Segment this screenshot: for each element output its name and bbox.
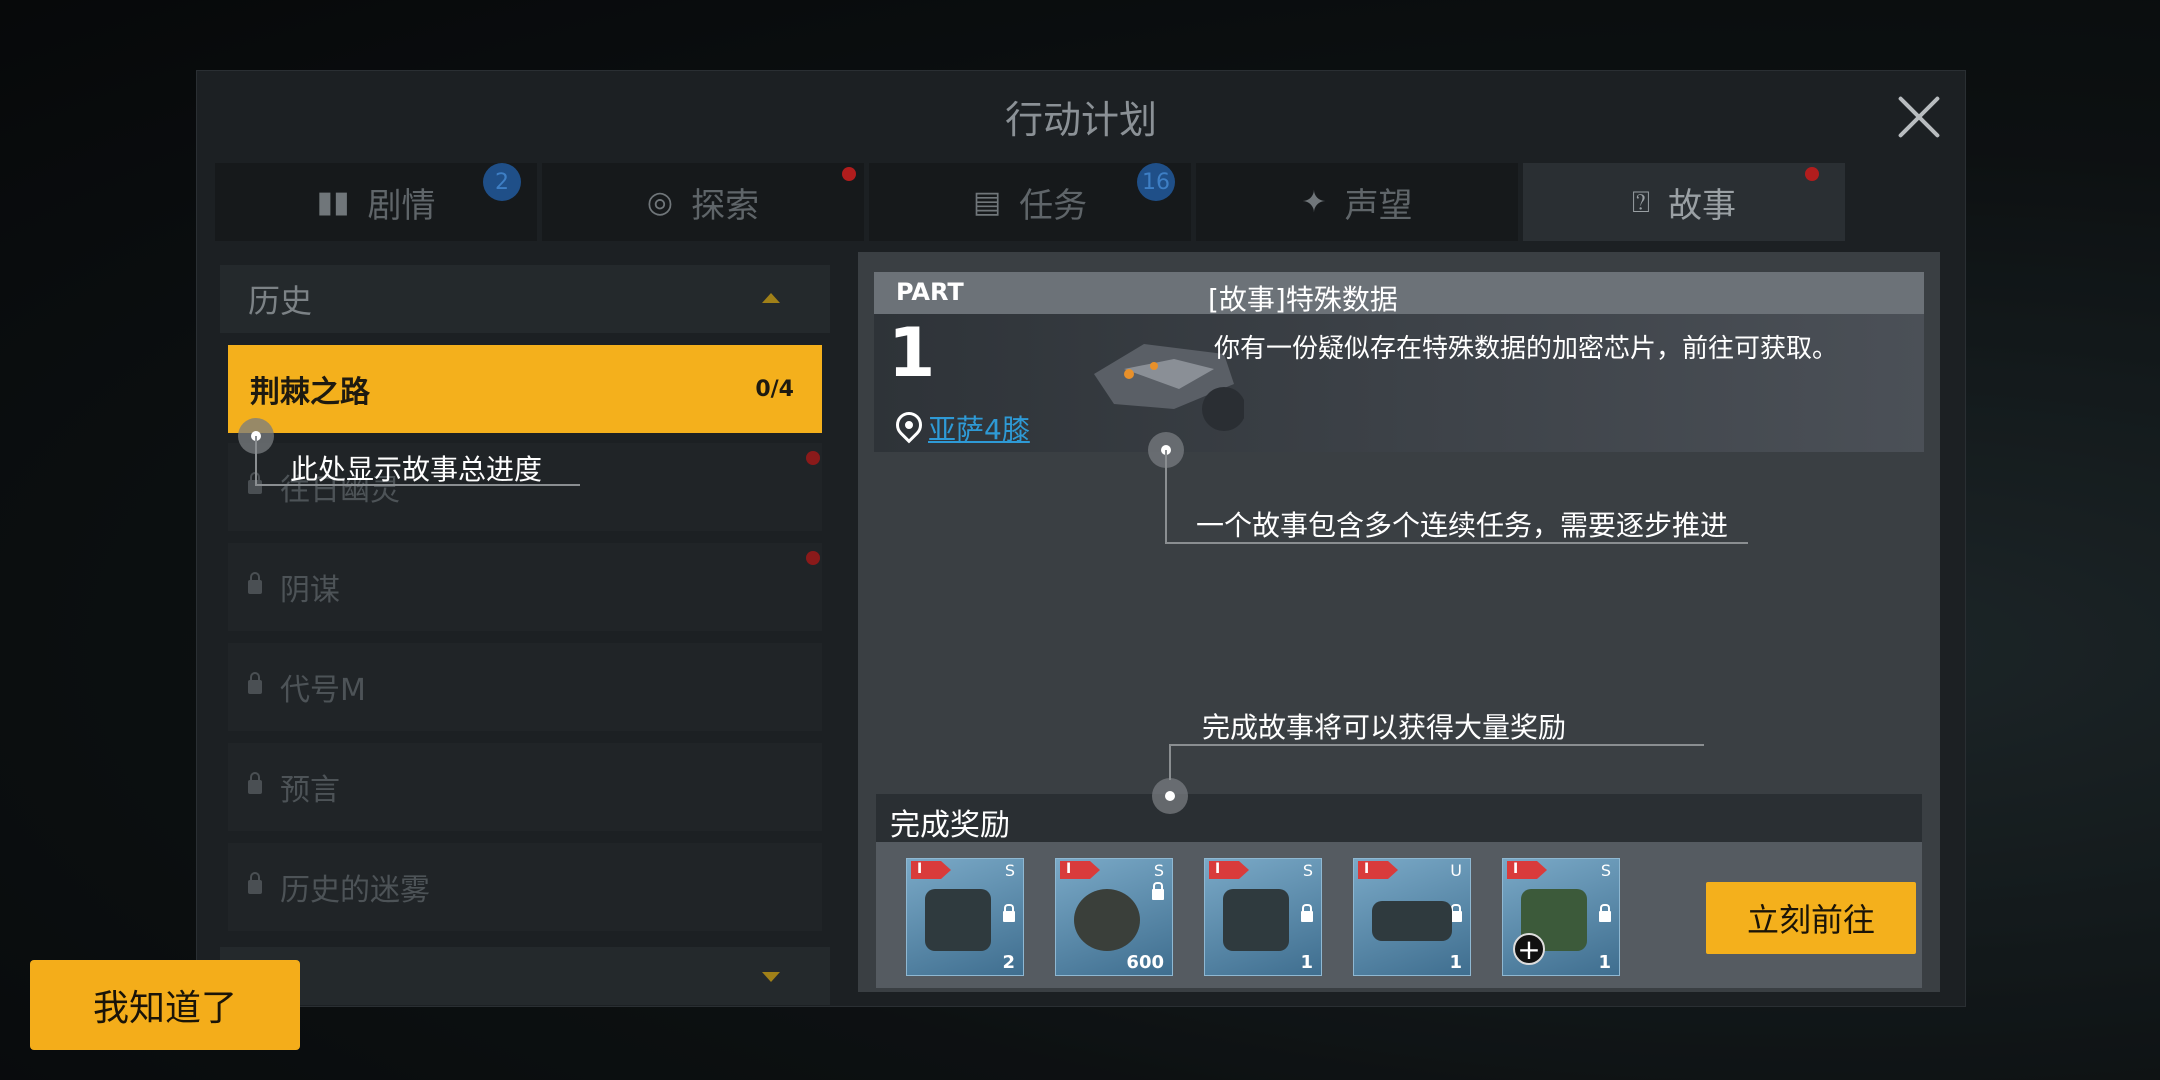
story-item-label: 代号M bbox=[280, 673, 366, 708]
lock-icon bbox=[1301, 904, 1313, 922]
story-description: 你有一份疑似存在特殊数据的加密芯片，前往可获取。 bbox=[1214, 334, 1839, 364]
lock-icon bbox=[248, 772, 262, 794]
tab-label: 剧情 bbox=[367, 185, 436, 226]
reward-item[interactable]: I U 1 bbox=[1353, 858, 1471, 976]
canister-icon bbox=[1074, 889, 1140, 951]
rewards-title: 完成奖励 bbox=[890, 808, 1010, 843]
dialog-title: 行动计划 bbox=[1004, 98, 1157, 142]
notification-dot bbox=[806, 551, 820, 565]
explore-icon: ◎ bbox=[646, 184, 674, 220]
reward-item[interactable]: I S + 1 bbox=[1502, 858, 1620, 976]
story-title: [故事]特殊数据 bbox=[1208, 283, 1398, 316]
tier-tag: I bbox=[1358, 861, 1398, 879]
hull-module-icon bbox=[1372, 901, 1452, 941]
reward-quantity: 600 bbox=[1126, 952, 1164, 973]
tip-progress: 此处显示故事总进度 bbox=[290, 453, 543, 486]
tab-explore[interactable]: ◎ 探索 bbox=[542, 163, 864, 241]
reward-quantity: 1 bbox=[1300, 952, 1313, 973]
card-header bbox=[874, 272, 1924, 314]
rewards-header: 完成奖励 bbox=[876, 794, 1922, 843]
section-header-next[interactable]: 命运 bbox=[220, 947, 830, 1005]
tab-badge: 16 bbox=[1137, 163, 1175, 201]
tab-label: 声望 bbox=[1344, 185, 1413, 226]
part-number: 1 bbox=[888, 314, 936, 393]
location-pin-icon bbox=[890, 406, 928, 444]
acknowledge-button[interactable]: 我知道了 bbox=[30, 960, 300, 1050]
reward-quantity: 2 bbox=[1002, 952, 1015, 973]
lock-icon bbox=[248, 872, 262, 894]
reward-grade: S bbox=[1600, 861, 1611, 880]
tutorial-line bbox=[1169, 744, 1171, 780]
collapse-arrow-icon bbox=[762, 293, 780, 303]
story-item-locked[interactable]: 阴谋 bbox=[228, 543, 822, 631]
story-item-locked[interactable]: 代号M bbox=[228, 643, 822, 731]
lock-icon bbox=[1599, 904, 1611, 922]
story-item-label: 预言 bbox=[280, 773, 340, 808]
tutorial-line bbox=[255, 436, 257, 484]
tab-label: 任务 bbox=[1019, 185, 1088, 226]
reward-item[interactable]: I S 600 bbox=[1055, 858, 1173, 976]
task-icon: ▤ bbox=[972, 184, 1002, 220]
story-list-panel: 历史 荆棘之路 0/4 往日幽灵 阴谋 代号M 预言 历史的迷雾 命运 bbox=[220, 265, 830, 1005]
notification-dot bbox=[1805, 167, 1819, 181]
reward-grade: S bbox=[1302, 861, 1313, 880]
section-title: 历史 bbox=[248, 282, 313, 320]
tier-tag: I bbox=[1507, 861, 1547, 879]
cannon-icon bbox=[1223, 889, 1289, 951]
rewards-area: I S 2 I S 600 I S 1 I U 1 I S + 1 立刻前往 bbox=[876, 842, 1922, 988]
story-item-thorn-road[interactable]: 荆棘之路 0/4 bbox=[228, 345, 822, 433]
story-part-card[interactable]: PART 1 [故事]特殊数据 你有一份疑似存在特殊数据的加密芯片，前往可获取。… bbox=[874, 272, 1924, 452]
reputation-icon: ✦ bbox=[1301, 184, 1327, 220]
location-link[interactable]: 亚萨4膝 bbox=[928, 408, 1030, 448]
tab-tasks[interactable]: ▤ 任务 16 bbox=[869, 163, 1191, 241]
lock-icon bbox=[1003, 904, 1015, 922]
tab-label: 故事 bbox=[1668, 185, 1736, 226]
tab-badge: 2 bbox=[483, 163, 521, 201]
expand-arrow-icon bbox=[762, 972, 780, 982]
go-now-button[interactable]: 立刻前往 bbox=[1706, 882, 1916, 954]
lock-icon bbox=[1152, 882, 1164, 900]
story-item-label: 历史的迷雾 bbox=[280, 873, 430, 908]
tab-bar: ▮▮ 剧情 2 ◎ 探索 ▤ 任务 16 ✦ 声望 ⍰ 故事 bbox=[215, 163, 1945, 241]
lock-icon bbox=[248, 672, 262, 694]
story-progress: 0/4 bbox=[755, 376, 794, 402]
book-icon: ▮▮ bbox=[316, 184, 350, 220]
reward-quantity: 1 bbox=[1598, 952, 1611, 973]
turret-icon bbox=[925, 889, 991, 951]
tier-tag: I bbox=[1209, 861, 1249, 879]
tab-label: 探索 bbox=[691, 185, 760, 226]
reward-grade: S bbox=[1004, 861, 1015, 880]
story-detail-panel: PART 1 [故事]特殊数据 你有一份疑似存在特殊数据的加密芯片，前往可获取。… bbox=[858, 252, 1940, 992]
tutorial-pointer bbox=[1152, 778, 1188, 814]
plus-icon: + bbox=[1513, 933, 1545, 965]
tab-reputation[interactable]: ✦ 声望 bbox=[1196, 163, 1518, 241]
tier-tag: I bbox=[1060, 861, 1100, 879]
story-item-locked[interactable]: 预言 bbox=[228, 743, 822, 831]
tab-story[interactable]: ⍰ 故事 bbox=[1523, 163, 1845, 241]
section-header-history[interactable]: 历史 bbox=[220, 265, 830, 333]
notification-dot bbox=[842, 167, 856, 181]
story-item-label: 阴谋 bbox=[280, 573, 340, 608]
reward-grade: S bbox=[1153, 861, 1164, 880]
lock-icon bbox=[248, 572, 262, 594]
reward-grade: U bbox=[1450, 861, 1462, 880]
reward-quantity: 1 bbox=[1449, 952, 1462, 973]
tab-plot[interactable]: ▮▮ 剧情 2 bbox=[215, 163, 537, 241]
tutorial-line bbox=[1165, 450, 1167, 542]
tier-tag: I bbox=[911, 861, 951, 879]
reward-item[interactable]: I S 2 bbox=[906, 858, 1024, 976]
tip-story: 一个故事包含多个连续任务，需要逐步推进 bbox=[1196, 509, 1729, 542]
story-item-label: 荆棘之路 bbox=[250, 375, 370, 410]
story-icon: ⍰ bbox=[1632, 184, 1650, 220]
notification-dot bbox=[806, 451, 820, 465]
close-icon[interactable] bbox=[1887, 85, 1951, 149]
story-item-locked[interactable]: 历史的迷雾 bbox=[228, 843, 822, 931]
part-label: PART bbox=[896, 278, 964, 306]
reward-item[interactable]: I S 1 bbox=[1204, 858, 1322, 976]
tip-rewards: 完成故事将可以获得大量奖励 bbox=[1202, 711, 1567, 744]
